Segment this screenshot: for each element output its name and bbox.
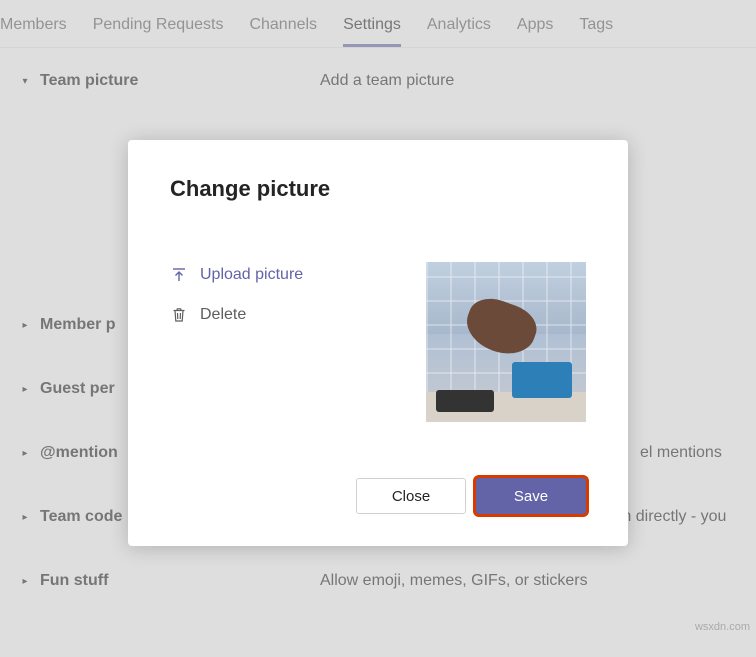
modal-title: Change picture	[170, 176, 586, 202]
delete-label: Delete	[200, 306, 246, 324]
upload-icon	[170, 266, 188, 284]
save-button[interactable]: Save	[476, 478, 586, 514]
upload-picture-link[interactable]: Upload picture	[170, 266, 303, 284]
delete-picture-link[interactable]: Delete	[170, 306, 303, 324]
modal-actions: Upload picture Delete	[170, 262, 303, 324]
close-button[interactable]: Close	[356, 478, 466, 514]
change-picture-modal: Change picture Upload picture	[128, 140, 628, 546]
watermark: wsxdn.com	[695, 621, 750, 633]
picture-preview	[426, 262, 586, 422]
trash-icon	[170, 306, 188, 324]
modal-overlay: Change picture Upload picture	[0, 0, 756, 657]
modal-footer: Close Save	[170, 478, 586, 514]
modal-body: Upload picture Delete	[170, 262, 586, 422]
upload-label: Upload picture	[200, 266, 303, 284]
